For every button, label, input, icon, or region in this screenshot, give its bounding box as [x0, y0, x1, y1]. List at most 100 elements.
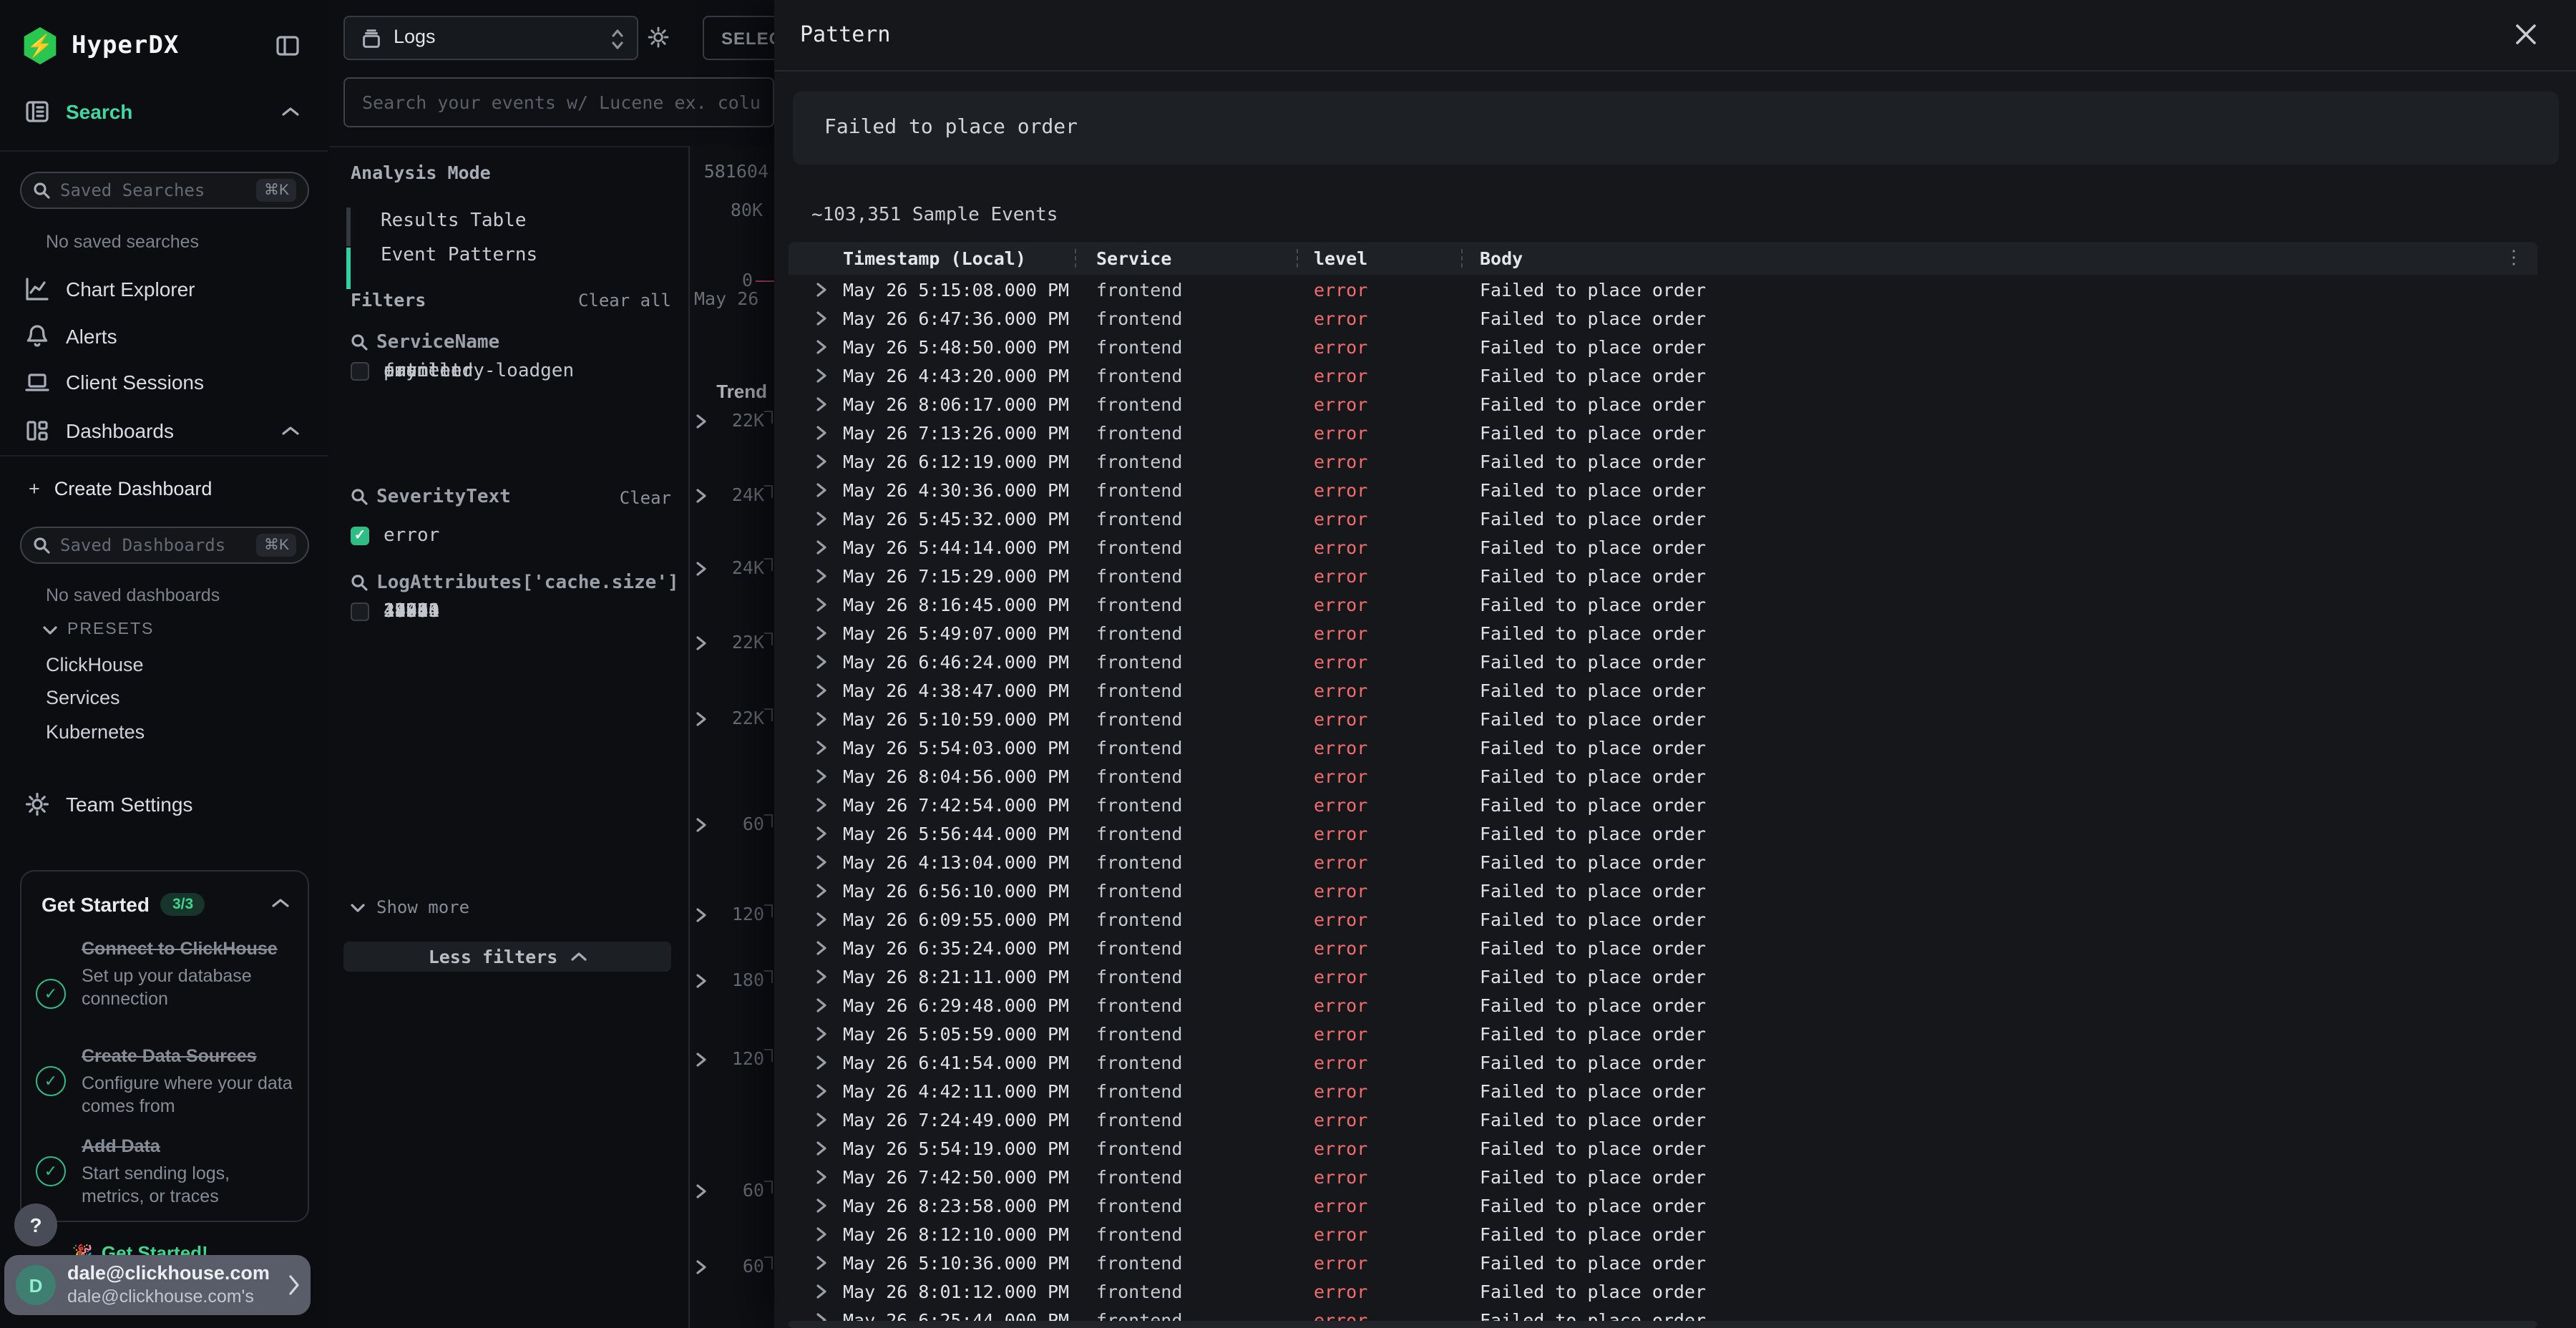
table-row[interactable]: May 26 5:45:32.000 PMfrontenderrorFailed…	[789, 504, 2537, 532]
expand-chevron-icon[interactable]	[696, 414, 707, 429]
expand-row-chevron-icon[interactable]	[816, 425, 827, 441]
expand-row-chevron-icon[interactable]	[816, 1026, 827, 1042]
expand-row-chevron-icon[interactable]	[816, 969, 827, 985]
expand-chevron-icon[interactable]	[696, 1052, 707, 1068]
table-row[interactable]: May 26 8:04:56.000 PMfrontenderrorFailed…	[789, 761, 2537, 790]
expand-chevron-icon[interactable]	[696, 907, 707, 923]
table-row[interactable]: May 26 4:42:11.000 PMfrontenderrorFailed…	[789, 1076, 2537, 1105]
table-options-kebab-icon[interactable]: ⋮	[2504, 246, 2523, 269]
expand-row-chevron-icon[interactable]	[816, 940, 827, 956]
expand-row-chevron-icon[interactable]	[816, 1226, 827, 1242]
table-row[interactable]: May 26 5:05:59.000 PMfrontenderrorFailed…	[789, 1019, 2537, 1048]
table-row[interactable]: May 26 4:30:36.000 PMfrontenderrorFailed…	[789, 475, 2537, 504]
expand-row-chevron-icon[interactable]	[816, 540, 827, 555]
expand-row-chevron-icon[interactable]	[816, 740, 827, 756]
expand-row-chevron-icon[interactable]	[816, 683, 827, 698]
source-select[interactable]: Logs	[343, 16, 638, 60]
table-row[interactable]: May 26 7:15:29.000 PMfrontenderrorFailed…	[789, 561, 2537, 590]
sidebar-item-alerts[interactable]: Alerts	[0, 316, 329, 356]
expand-row-chevron-icon[interactable]	[816, 511, 827, 527]
expand-row-chevron-icon[interactable]	[816, 1055, 827, 1070]
presets-toggle[interactable]: PRESETS	[43, 621, 154, 638]
table-row[interactable]: May 26 7:42:54.000 PMfrontenderrorFailed…	[789, 790, 2537, 819]
table-row[interactable]: May 26 4:43:20.000 PMfrontenderrorFailed…	[789, 361, 2537, 389]
table-row[interactable]: May 26 4:38:47.000 PMfrontenderrorFailed…	[789, 675, 2537, 704]
table-row[interactable]: May 26 5:15:08.000 PMfrontenderrorFailed…	[789, 275, 2537, 303]
expand-row-chevron-icon[interactable]	[816, 1169, 827, 1185]
close-icon[interactable]	[2513, 21, 2539, 47]
sidebar-item-chart-explorer[interactable]: Chart Explorer	[0, 269, 329, 309]
table-row[interactable]: May 26 7:24:49.000 PMfrontenderrorFailed…	[789, 1105, 2537, 1133]
expand-row-chevron-icon[interactable]	[816, 368, 827, 384]
table-row[interactable]: May 26 5:56:44.000 PMfrontenderrorFailed…	[789, 819, 2537, 847]
help-button[interactable]: ?	[14, 1204, 57, 1246]
less-filters-button[interactable]: Less filters	[343, 942, 671, 972]
chevron-up-icon[interactable]	[272, 897, 289, 909]
table-row[interactable]: May 26 8:16:45.000 PMfrontenderrorFailed…	[789, 590, 2537, 618]
expand-row-chevron-icon[interactable]	[816, 396, 827, 412]
sidebar-item-client-sessions[interactable]: Client Sessions	[0, 362, 329, 402]
expand-chevron-icon[interactable]	[696, 635, 707, 651]
table-row[interactable]: May 26 6:46:24.000 PMfrontenderrorFailed…	[789, 647, 2537, 675]
table-row[interactable]: May 26 8:12:10.000 PMfrontenderrorFailed…	[789, 1219, 2537, 1248]
clear-all-filters-link[interactable]: Clear all	[578, 290, 671, 311]
table-row[interactable]: May 26 8:01:12.000 PMfrontenderrorFailed…	[789, 1276, 2537, 1305]
horizontal-scrollbar[interactable]	[789, 1321, 2537, 1328]
collapse-sidebar-icon[interactable]	[273, 31, 302, 60]
expand-row-chevron-icon[interactable]	[816, 282, 827, 298]
table-row[interactable]: May 26 5:54:19.000 PMfrontenderrorFailed…	[789, 1133, 2537, 1162]
table-row[interactable]: May 26 5:10:36.000 PMfrontenderrorFailed…	[789, 1248, 2537, 1276]
expand-row-chevron-icon[interactable]	[816, 1112, 827, 1128]
expand-row-chevron-icon[interactable]	[816, 1141, 827, 1156]
column-header-level[interactable]: level	[1314, 248, 1367, 269]
preset-kubernetes[interactable]: Kubernetes	[46, 721, 145, 743]
expand-chevron-icon[interactable]	[696, 973, 707, 989]
checkbox-icon[interactable]	[351, 602, 369, 621]
mode-results-table[interactable]: Results Table	[381, 203, 527, 238]
show-more-link[interactable]: Show more	[351, 897, 469, 917]
expand-row-chevron-icon[interactable]	[816, 625, 827, 641]
saved-searches-input[interactable]: Saved Searches ⌘K	[20, 172, 309, 209]
table-row[interactable]: May 26 7:13:26.000 PMfrontenderrorFailed…	[789, 418, 2537, 446]
table-row[interactable]: May 26 6:29:48.000 PMfrontenderrorFailed…	[789, 990, 2537, 1019]
expand-row-chevron-icon[interactable]	[816, 1284, 827, 1299]
expand-chevron-icon[interactable]	[696, 711, 707, 727]
table-row[interactable]: May 26 5:49:07.000 PMfrontenderrorFailed…	[789, 618, 2537, 647]
mode-event-patterns[interactable]: Event Patterns	[381, 238, 537, 272]
column-header-timestamp[interactable]: Timestamp (Local)	[843, 248, 1026, 269]
preset-clickhouse[interactable]: ClickHouse	[46, 654, 144, 675]
table-row[interactable]: May 26 5:54:03.000 PMfrontenderrorFailed…	[789, 733, 2537, 761]
expand-row-chevron-icon[interactable]	[816, 1083, 827, 1099]
table-row[interactable]: May 26 5:48:50.000 PMfrontenderrorFailed…	[789, 332, 2537, 361]
sidebar-item-dashboards[interactable]: Dashboards	[0, 411, 329, 451]
expand-row-chevron-icon[interactable]	[816, 883, 827, 899]
table-row[interactable]: May 26 6:09:55.000 PMfrontenderrorFailed…	[789, 904, 2537, 933]
table-row[interactable]: May 26 5:44:14.000 PMfrontenderrorFailed…	[789, 532, 2537, 561]
source-settings-gear-icon[interactable]	[645, 24, 671, 50]
column-header-service[interactable]: Service	[1096, 248, 1171, 269]
expand-chevron-icon[interactable]	[696, 817, 707, 833]
table-row[interactable]: May 26 8:21:11.000 PMfrontenderrorFailed…	[789, 962, 2537, 990]
table-row[interactable]: May 26 6:47:36.000 PMfrontenderrorFailed…	[789, 303, 2537, 332]
table-row[interactable]: May 26 6:12:19.000 PMfrontenderrorFailed…	[789, 446, 2537, 475]
table-row[interactable]: May 26 6:35:24.000 PMfrontenderrorFailed…	[789, 933, 2537, 962]
expand-chevron-icon[interactable]	[696, 1259, 707, 1275]
expand-row-chevron-icon[interactable]	[816, 768, 827, 784]
table-row[interactable]: May 26 6:41:54.000 PMfrontenderrorFailed…	[789, 1048, 2537, 1076]
expand-row-chevron-icon[interactable]	[816, 339, 827, 355]
expand-row-chevron-icon[interactable]	[816, 797, 827, 813]
table-row[interactable]: May 26 8:23:58.000 PMfrontenderrorFailed…	[789, 1191, 2537, 1219]
expand-row-chevron-icon[interactable]	[816, 597, 827, 612]
expand-row-chevron-icon[interactable]	[816, 997, 827, 1013]
sidebar-item-team-settings[interactable]: Team Settings	[0, 784, 329, 824]
checkbox-checked-icon[interactable]: ✓	[351, 527, 369, 545]
expand-row-chevron-icon[interactable]	[816, 826, 827, 841]
filter-group-name[interactable]: ServiceName	[376, 332, 499, 353]
expand-chevron-icon[interactable]	[696, 488, 707, 504]
saved-dashboards-input[interactable]: Saved Dashboards ⌘K	[20, 527, 309, 564]
expand-row-chevron-icon[interactable]	[816, 454, 827, 469]
sidebar-item-search[interactable]: Search	[0, 92, 329, 132]
expand-row-chevron-icon[interactable]	[816, 311, 827, 326]
column-resize-handle[interactable]	[1297, 249, 1298, 268]
create-dashboard-button[interactable]: +Create Dashboard	[29, 478, 212, 499]
